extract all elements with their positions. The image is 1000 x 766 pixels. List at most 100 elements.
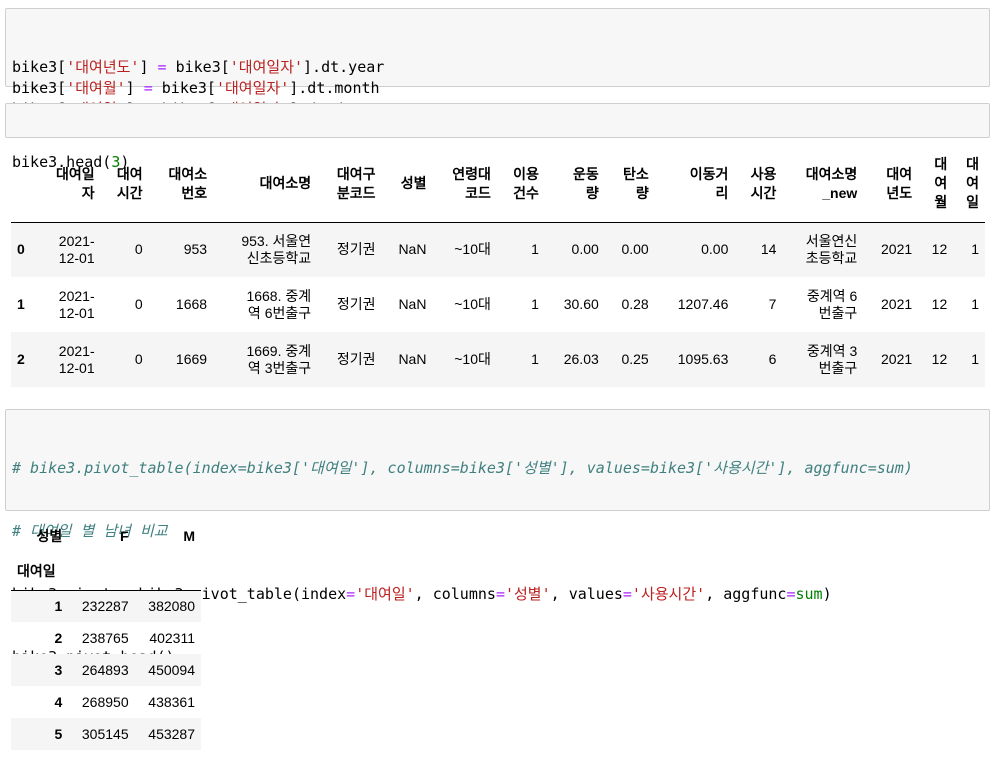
table-cell: 0.00: [621, 241, 649, 258]
column-header: 성별: [400, 175, 427, 192]
table-cell: 264893: [81, 661, 129, 678]
column-header-m: M: [183, 527, 195, 544]
table-cell: 1669: [175, 351, 208, 367]
column-header: 대여월: [934, 156, 948, 211]
table-cell: 2021: [881, 241, 913, 258]
table-cell: 7: [768, 296, 777, 312]
code-line: bike3['대여월'] = bike3['대여일자'].dt.month: [12, 79, 380, 97]
table-cell: 2021: [881, 351, 913, 367]
table-cell: 268950: [81, 693, 129, 710]
dataframe-output-1: 대여일 자 대여 시간 대여소 번호 대여소명 대여구 분코드 성별 연령대 코드 이용 건수 운동 량 탄소 량…: [11, 146, 985, 387]
table-cell: NaN: [398, 241, 427, 258]
table-cell: 1: [971, 241, 979, 258]
table-cell: 정기권: [336, 351, 376, 367]
table-row: 2 2021- 12-01 0 1669 1669. 중계 역 3번출구 정기권 NaN ~10대…: [11, 332, 985, 387]
table-cell: 1668: [175, 296, 208, 312]
table-cell: 1: [531, 296, 539, 312]
table-cell: 30.60: [563, 296, 599, 312]
code-line: bike3['대여년도'] = bike3['대여일자'].dt.year: [12, 58, 385, 76]
table-cell: 1668. 중계 역 6번출구: [246, 287, 312, 321]
column-header: 대여일: [966, 156, 979, 211]
row-index: 0: [17, 241, 25, 258]
table-cell: 12: [931, 241, 948, 258]
table-cell: 12: [931, 296, 948, 312]
column-header: 탄소 량: [622, 165, 649, 201]
table-cell: 0.00: [701, 241, 729, 258]
code-cell-3[interactable]: # bike3.pivot_table(index=bike3['대여일'], …: [5, 409, 990, 666]
table-cell: 438361: [148, 693, 195, 710]
table-cell: 2021- 12-01: [58, 287, 95, 321]
index-name-row: 대여일: [11, 554, 201, 590]
table-cell: 0: [134, 351, 143, 367]
table-cell: 305145: [81, 725, 129, 742]
table-cell: 26.03: [563, 351, 599, 367]
table-cell: NaN: [398, 351, 427, 367]
code-cell-2[interactable]: bike3.head(3): [5, 103, 990, 171]
columns-name-header: 성별: [36, 527, 63, 544]
table-cell: 정기권: [336, 241, 376, 258]
table-row: 5 305145 453287: [11, 718, 201, 750]
table-cell: 중계역 3 번출구: [806, 342, 858, 376]
table-cell: 1095.63: [677, 351, 729, 367]
table-cell: 0.28: [621, 296, 649, 312]
column-header-f: F: [120, 527, 129, 544]
table-cell: 1207.46: [677, 296, 729, 312]
table-cell: 2021: [881, 296, 913, 312]
table-cell: 0: [134, 296, 143, 312]
column-header: 대여소 번호: [168, 165, 208, 201]
table-cell: 14: [760, 241, 777, 258]
index-header: [11, 146, 36, 222]
row-index: 2: [17, 351, 25, 367]
table-cell: 232287: [81, 597, 129, 614]
table-cell: ~10대: [454, 296, 491, 312]
table-cell: 450094: [148, 661, 195, 678]
table-cell: 953. 서울연 신초등학교: [241, 232, 312, 266]
column-header: 대여소명 _new: [805, 165, 858, 201]
table-cell: 0: [134, 241, 143, 258]
table-header-row: 대여일 자 대여 시간 대여소 번호 대여소명 대여구 분코드 성별 연령대 코드 이용 건수 운동 량 탄소 량…: [11, 146, 985, 222]
column-header: 대여 시간: [116, 165, 143, 201]
row-index: 2: [54, 629, 63, 646]
table-row: 2 238765 402311: [11, 622, 201, 654]
code-cell-1[interactable]: bike3['대여년도'] = bike3['대여일자'].dt.year bik…: [5, 8, 990, 118]
row-index: 5: [54, 725, 63, 742]
table-cell: 953: [183, 241, 208, 258]
row-index: 4: [54, 693, 63, 710]
code-comment-line: # bike3.pivot_table(index=bike3['대여일'], …: [12, 459, 913, 477]
column-header: 운동 량: [573, 165, 599, 201]
column-header: 대여 년도: [886, 165, 913, 201]
table-row: 0 2021- 12-01 0 953 953. 서울연 신초등학교 정기권 NaN ~10대 1 0…: [11, 222, 985, 277]
table-cell: 12: [931, 351, 948, 367]
column-header: 대여일 자: [55, 165, 95, 201]
table-cell: 1: [531, 351, 539, 367]
table-row: 4 268950 438361: [11, 686, 201, 718]
column-header: 연령대 코드: [452, 165, 491, 201]
row-index: 1: [54, 597, 63, 614]
table-cell: 정기권: [336, 296, 376, 312]
table-cell: 382080: [148, 597, 195, 614]
table-header-row: 성별 F M: [11, 518, 201, 554]
table-cell: 2021- 12-01: [58, 342, 95, 376]
column-header: 대여소명: [259, 175, 312, 192]
table-cell: 6: [768, 351, 777, 367]
table-cell: 1669. 중계 역 3번출구: [246, 342, 312, 376]
index-name-header: 대여일: [17, 563, 56, 580]
dataframe-output-2: 성별 F M 대여일 1 232287 382080 2 238765 402311 3 26…: [11, 518, 201, 750]
table-cell: 0.25: [621, 351, 649, 367]
table-cell: 1: [531, 241, 539, 258]
table-row: 1 232287 382080: [11, 590, 201, 622]
row-index: 3: [54, 661, 63, 678]
table-row: 1 2021- 12-01 0 1668 1668. 중계 역 6번출구 정기권 NaN ~10대…: [11, 277, 985, 332]
table-cell: 453287: [148, 725, 195, 742]
table-row: 3 264893 450094: [11, 654, 201, 686]
table-cell: 0.00: [571, 241, 599, 258]
table-cell: ~10대: [454, 241, 491, 258]
table-cell: NaN: [398, 296, 427, 312]
column-header: 사용 시간: [750, 165, 777, 201]
table-cell: 402311: [149, 629, 195, 646]
table-cell: ~10대: [454, 351, 491, 367]
table-cell: 238765: [81, 629, 129, 646]
table-cell: 중계역 6 번출구: [806, 287, 858, 321]
table-cell: 1: [971, 296, 979, 312]
table-cell: 1: [971, 351, 979, 367]
